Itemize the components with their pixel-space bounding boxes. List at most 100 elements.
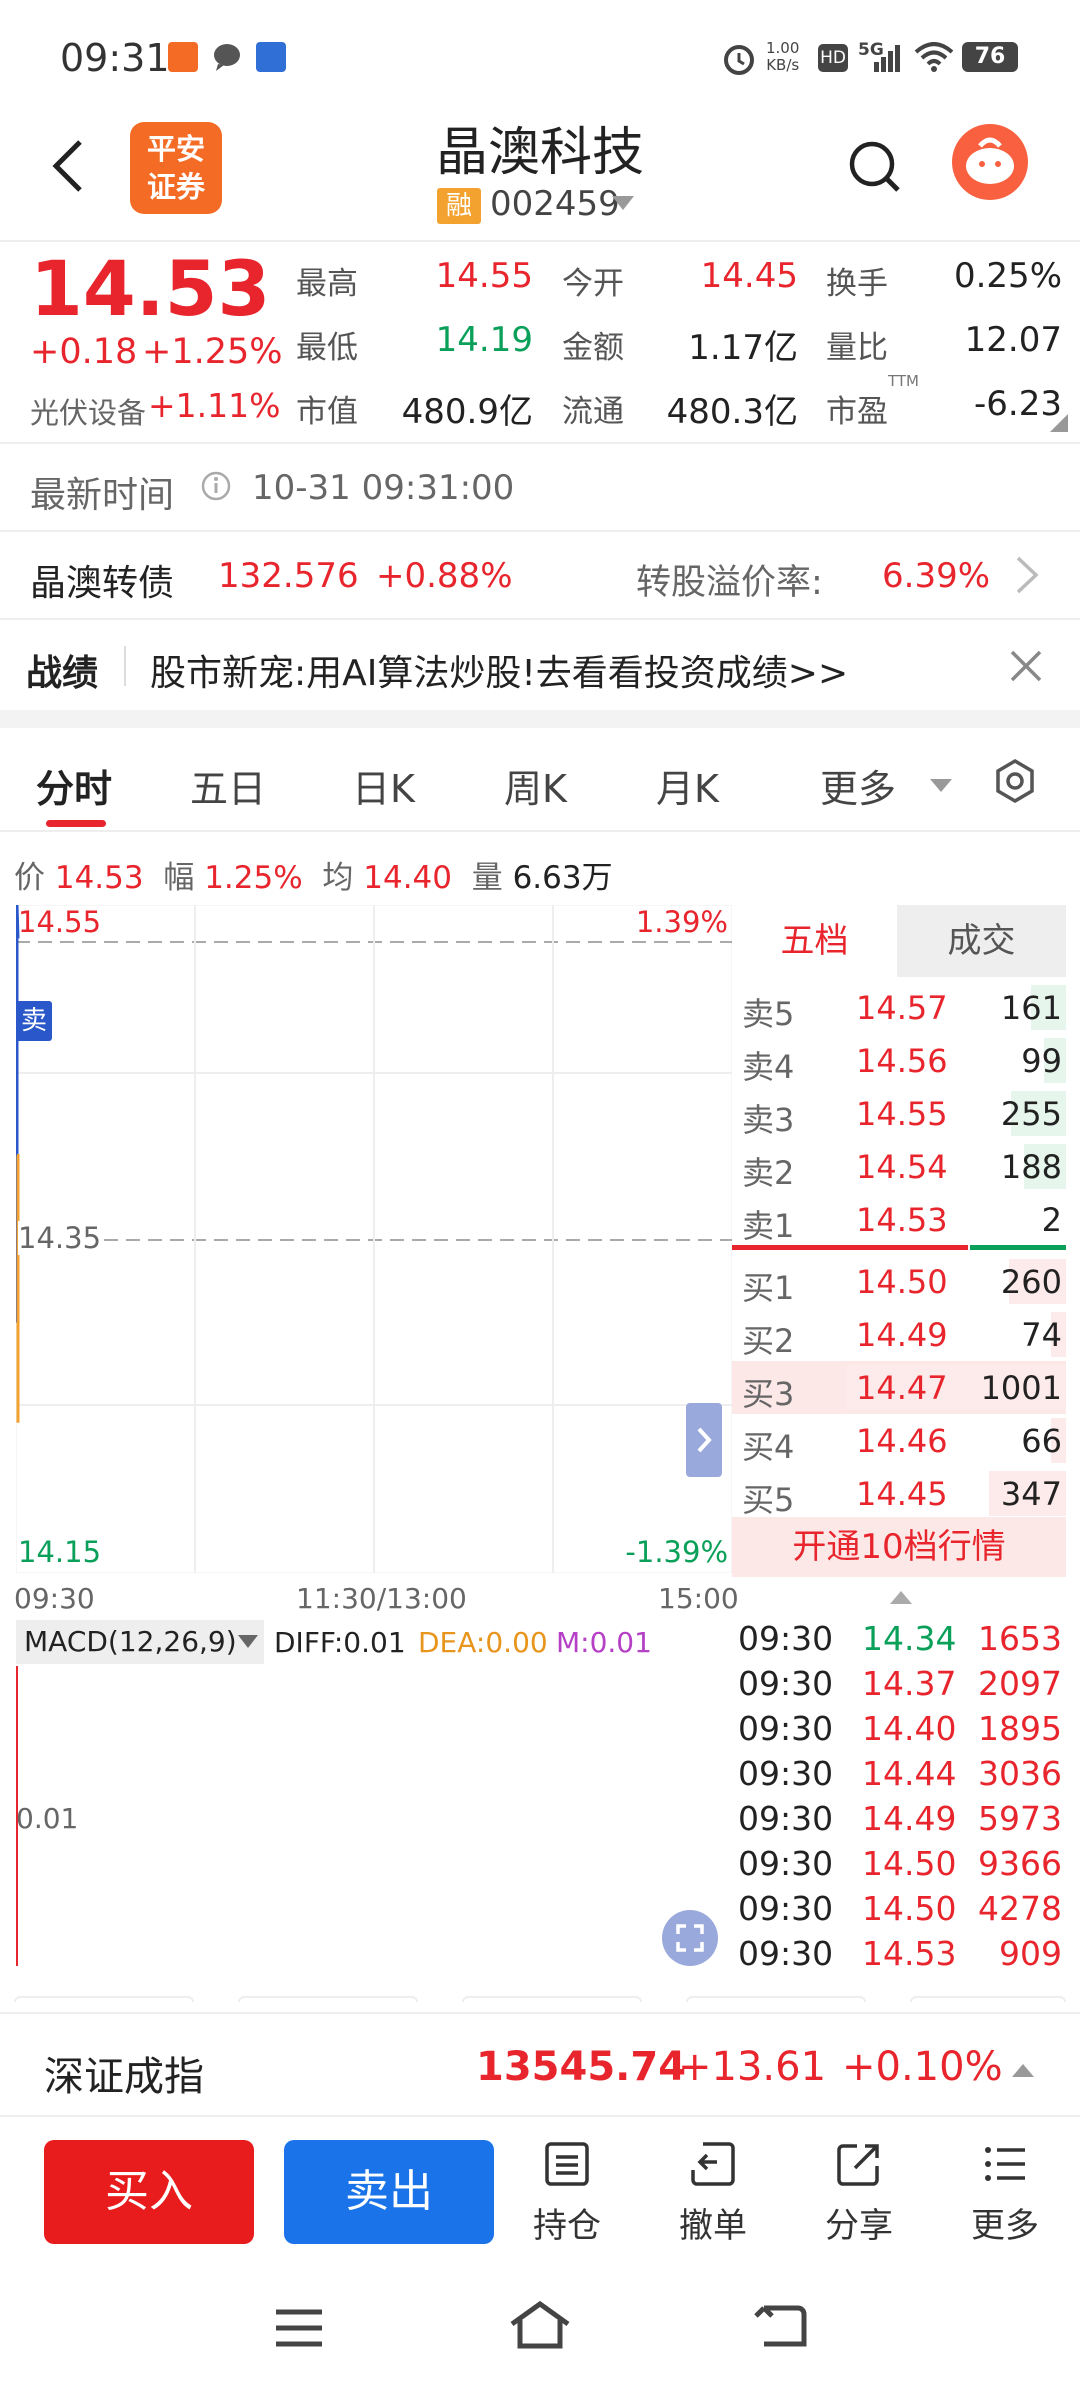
info-price: 14.53	[54, 860, 144, 896]
macd-axis-label: 0.01	[16, 1802, 79, 1835]
low-value: 14.19	[435, 320, 533, 360]
active-tab-indicator	[46, 820, 106, 827]
bid-level-row[interactable]: 买4 14.46 66	[732, 1414, 1066, 1467]
sector-change-pct: +1.11%	[148, 386, 281, 425]
latest-time-value: 10-31 09:31:00	[252, 468, 515, 508]
mcap-value: 480.9亿	[401, 392, 533, 432]
tab-trades[interactable]: 成交	[897, 905, 1066, 977]
tab-daily-k[interactable]: 日K	[352, 758, 415, 813]
index-ticker[interactable]: 深证成指 13545.74 +13.61 +0.10%	[0, 2012, 1080, 2117]
system-nav-bar	[0, 2270, 1080, 2388]
tick-price: 14.40	[862, 1709, 957, 1748]
assistant-avatar[interactable]	[952, 124, 1028, 200]
tick-volume: 3036	[978, 1754, 1062, 1793]
search-icon[interactable]	[848, 138, 904, 202]
index-expand-icon[interactable]	[1012, 2062, 1034, 2081]
pe-label: 市盈	[826, 394, 888, 430]
bid-level-row[interactable]: 买2 14.49 74	[732, 1308, 1066, 1361]
status-bar: 09:31 1.00 KB/s HD 5G 76	[0, 0, 1080, 110]
tab-more[interactable]: 更多	[820, 758, 896, 813]
upgrade-level10-button[interactable]: 开通10档行情	[732, 1517, 1066, 1577]
net-speed-value: 1.00	[766, 39, 800, 57]
quote-panel: 14.53 +0.18 +1.25% 光伏设备 +1.11% 最高 14.55 …	[0, 242, 1080, 442]
macd-panel[interactable]: MACD(12,26,9) DIFF:0.01 DEA:0.00 M:0.01 …	[16, 1620, 732, 1980]
bid-level-row[interactable]: 买5 14.45 347	[732, 1467, 1066, 1520]
menu-nav-icon[interactable]	[274, 2306, 324, 2354]
tab-order-book[interactable]: 五档	[732, 905, 897, 977]
volume-ratio-label: 量比	[826, 330, 888, 366]
close-icon[interactable]	[1008, 648, 1044, 688]
expand-corner-icon[interactable]	[1050, 414, 1068, 436]
promo-banner[interactable]: 战绩 股市新宠:用AI算法炒股!去看看投资成绩>>	[0, 620, 1080, 710]
chevron-right-icon[interactable]	[1014, 554, 1040, 600]
low-label: 最低	[296, 330, 358, 366]
alarm-icon	[722, 42, 756, 75]
bid-level-label: 买5	[742, 1481, 795, 1519]
tick-time: 09:30	[738, 1709, 834, 1748]
settings-icon[interactable]	[992, 758, 1038, 808]
volume-ratio-value: 12.07	[964, 320, 1062, 360]
ask-level-row[interactable]: 卖1 14.53 2	[732, 1193, 1066, 1246]
fullscreen-button[interactable]	[662, 1910, 718, 1966]
back-nav-icon[interactable]	[752, 2302, 808, 2354]
tab-five-day[interactable]: 五日	[190, 758, 266, 813]
bid-level-row[interactable]: 买3 14.47 1001	[732, 1361, 1066, 1414]
home-nav-icon[interactable]	[508, 2300, 572, 2354]
ask-level-row[interactable]: 卖2 14.54 188	[732, 1140, 1066, 1193]
macd-selector[interactable]: MACD(12,26,9)	[16, 1620, 264, 1664]
share-button[interactable]: 分享	[804, 2140, 914, 2247]
scroll-up-icon[interactable]	[890, 1589, 912, 1608]
more-button[interactable]: 更多	[950, 2140, 1060, 2247]
index-change: +13.61	[678, 2044, 827, 2090]
ask-level-volume: 161	[1000, 989, 1062, 1027]
tab-monthly-k[interactable]: 月K	[656, 758, 719, 813]
cancel-order-button[interactable]: 撤单	[658, 2140, 768, 2247]
index-change-pct: +0.10%	[842, 2044, 1003, 2090]
tick-time: 09:30	[738, 1934, 834, 1973]
hd-badge: HD	[818, 44, 848, 72]
stock-header: 平安 证券 晶澳科技 融 002459	[0, 110, 1080, 240]
sell-marker[interactable]: 卖	[16, 1001, 52, 1041]
high-label: 最高	[296, 266, 358, 302]
position-button[interactable]: 持仓	[512, 2140, 622, 2247]
banner-divider	[124, 646, 126, 686]
banner-text: 股市新宠:用AI算法炒股!去看看投资成绩>>	[150, 653, 849, 694]
ask-level-row[interactable]: 卖3 14.55 255	[732, 1087, 1066, 1140]
ask-level-row[interactable]: 卖5 14.57 161	[732, 981, 1066, 1034]
convertible-bond-row[interactable]: 晶澳转债 132.576 +0.88% 转股溢价率: 6.39%	[0, 532, 1080, 618]
bid-level-row[interactable]: 买1 14.50 260	[732, 1255, 1066, 1308]
tick-volume: 9366	[978, 1844, 1062, 1883]
ask-level-row[interactable]: 卖4 14.56 99	[732, 1034, 1066, 1087]
float-value: 480.3亿	[666, 392, 798, 432]
bid-level-label: 买2	[742, 1322, 795, 1360]
tick-row: 09:30 14.53 909	[732, 1932, 1066, 1977]
sell-button[interactable]: 卖出	[284, 2140, 494, 2244]
message-icon	[212, 42, 242, 72]
bid-level-volume: 74	[1021, 1316, 1062, 1354]
bid-level-label: 买3	[742, 1375, 795, 1413]
tick-volume: 5973	[978, 1799, 1062, 1838]
bid-level-price: 14.47	[856, 1369, 948, 1407]
expand-panel-button[interactable]	[686, 1403, 722, 1477]
bid-level-volume: 260	[1000, 1263, 1062, 1301]
turnover-label: 换手	[826, 266, 888, 302]
tab-weekly-k[interactable]: 周K	[504, 758, 567, 813]
tick-volume: 4278	[978, 1889, 1062, 1928]
more-dropdown-icon[interactable]	[930, 778, 952, 797]
sector-name[interactable]: 光伏设备	[30, 390, 146, 432]
tick-row: 09:30 14.49 5973	[732, 1797, 1066, 1842]
code-dropdown-icon[interactable]	[612, 196, 634, 216]
index-value: 13545.74	[476, 2044, 687, 2090]
more-list-icon	[985, 2147, 1025, 2181]
x-label-midday: 11:30/13:00	[296, 1582, 467, 1615]
tick-price: 14.37	[862, 1664, 957, 1703]
intraday-chart[interactable]: 14.55 1.39% 14.35 14.15 -1.39% 卖	[15, 904, 733, 1574]
cancel-order-label: 撤单	[679, 2206, 747, 2246]
tab-intraday[interactable]: 分时	[36, 758, 112, 813]
info-icon[interactable]	[200, 470, 232, 506]
battery-icon: 76	[962, 42, 1018, 72]
ask-level-volume: 255	[1000, 1095, 1062, 1133]
buy-button[interactable]: 买入	[44, 2140, 254, 2244]
ask-level-label: 卖4	[742, 1048, 795, 1086]
stock-code[interactable]: 002459	[490, 184, 620, 224]
